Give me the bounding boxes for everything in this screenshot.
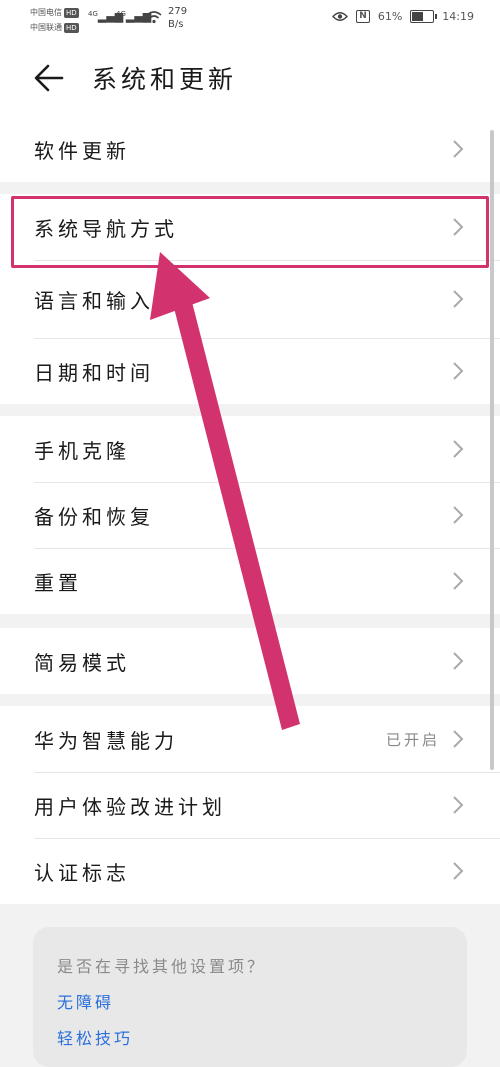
settings-group-4: 简易模式 [0,628,500,694]
status-right: N 61% 14:19 [332,10,474,23]
row-value: 已开启 [385,730,440,749]
speed-value: 279 [168,6,188,17]
eye-icon [332,12,349,21]
tips-link[interactable]: 轻松技巧 [57,1025,133,1049]
settings-group-5: 华为智慧能力 已开启 用户体验改进计划 认证标志 [0,706,500,904]
huawei-smart-row[interactable]: 华为智慧能力 已开启 [0,706,500,772]
language-input-row[interactable]: 语言和输入法 [0,260,500,338]
nfc-icon: N [356,10,370,23]
battery-percent: 61% [377,10,403,23]
software-update-row[interactable]: 软件更新 [0,116,500,182]
suggestion-card: 是否在寻找其他设置项？ 无障碍 轻松技巧 [33,927,467,1067]
carrier-2: 中国联通 [30,23,62,32]
settings-group-3: 手机克隆 备份和恢复 重置 [0,416,500,614]
page-title: 系统和更新 [92,65,238,94]
chevron-right-icon [453,506,464,524]
speed-unit: B/s [168,19,184,30]
simple-mode-row[interactable]: 简易模式 [0,628,500,694]
wifi-icon [146,11,162,24]
row-label: 华为智慧能力 [34,728,178,753]
row-label: 备份和恢复 [34,504,154,529]
network-speed: 279 B/s [168,5,187,31]
accessibility-link[interactable]: 无障碍 [57,989,114,1013]
chevron-right-icon [453,730,464,748]
chevron-right-icon [453,796,464,814]
chevron-right-icon [453,290,464,308]
chevron-right-icon [453,362,464,380]
network-type-2: 4G [116,10,126,18]
phone-clone-row[interactable]: 手机克隆 [0,416,500,482]
user-experience-row[interactable]: 用户体验改进计划 [0,772,500,838]
chevron-right-icon [453,440,464,458]
carrier-info: 中国电信 HD 中国联通 HD [30,5,79,35]
battery-icon [410,10,438,23]
row-label: 简易模式 [34,650,130,675]
hd-badge: HD [64,8,79,18]
backup-restore-row[interactable]: 备份和恢复 [0,482,500,548]
chevron-right-icon [453,862,464,880]
app-header: 系统和更新 [0,38,500,116]
row-label: 认证标志 [34,860,130,885]
suggestion-question: 是否在寻找其他设置项？ [57,957,267,976]
chevron-right-icon [453,572,464,590]
status-bar: 中国电信 HD 中国联通 HD 4G▂▄▆ 4G▂▄▆ 279 B/s N 61% … [0,0,500,38]
reset-row[interactable]: 重置 [0,548,500,614]
settings-group-1: 软件更新 [0,116,500,182]
chevron-right-icon [453,652,464,670]
row-label: 手机克隆 [34,438,130,463]
carrier-1: 中国电信 [30,8,62,17]
row-label: 语言和输入法 [34,288,178,313]
row-label: 软件更新 [34,138,130,163]
row-label: 用户体验改进计划 [34,794,226,819]
scrollbar[interactable] [490,130,494,770]
chevron-right-icon [453,140,464,158]
hd-badge: HD [64,23,79,33]
date-time-row[interactable]: 日期和时间 [0,338,500,404]
network-type-1: 4G [88,10,98,18]
back-arrow-icon[interactable] [34,64,64,92]
row-label: 重置 [34,570,82,595]
certification-row[interactable]: 认证标志 [0,838,500,904]
row-label: 日期和时间 [34,360,154,385]
highlight-box [11,196,489,268]
clock: 14:19 [442,10,474,23]
